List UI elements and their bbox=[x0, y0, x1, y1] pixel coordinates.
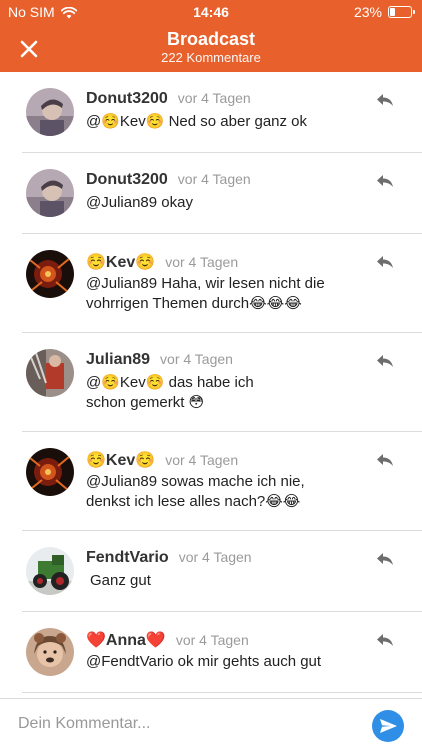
reply-icon bbox=[377, 94, 393, 106]
comment-time: vor 4 Tagen bbox=[178, 549, 252, 565]
reply-button[interactable] bbox=[376, 173, 394, 189]
comment-item: Donut3200 vor 4 Tagen @☺️Kev☺️ Ned so ab… bbox=[0, 72, 422, 153]
comment-author[interactable]: ☺️Kev☺️ bbox=[86, 252, 155, 272]
comment-meta: ☺️Kev☺️ vor 4 Tagen bbox=[86, 252, 372, 272]
reply-icon bbox=[377, 355, 393, 367]
comment-meta: Julian89 vor 4 Tagen bbox=[86, 351, 372, 369]
nav-bar: Broadcast 222 Kommentare bbox=[0, 26, 422, 72]
comment-author[interactable]: Donut3200 bbox=[86, 90, 168, 108]
avatar[interactable] bbox=[26, 448, 74, 496]
comment-text: @☺️Kev☺️ Ned so aber ganz ok bbox=[86, 113, 308, 130]
title-block: Broadcast 222 Kommentare bbox=[60, 28, 362, 66]
comment-author[interactable]: ❤️Anna❤️ bbox=[86, 630, 166, 650]
comment-input[interactable] bbox=[18, 709, 358, 739]
comment-item: FendtVario vor 4 Tagen Ganz gut bbox=[0, 531, 422, 612]
avatar[interactable] bbox=[26, 628, 74, 676]
close-button[interactable] bbox=[16, 36, 42, 62]
avatar[interactable] bbox=[26, 88, 74, 136]
comment-text: @Julian89 okay bbox=[86, 194, 193, 211]
reply-button[interactable] bbox=[376, 452, 394, 468]
comment-author[interactable]: FendtVario bbox=[86, 549, 169, 567]
close-icon bbox=[20, 40, 38, 58]
comment-text: Ganz gut bbox=[90, 572, 151, 589]
comment-time: vor 4 Tagen bbox=[165, 452, 239, 468]
reply-button[interactable] bbox=[376, 353, 394, 369]
send-button[interactable] bbox=[372, 710, 404, 742]
comment-time: vor 4 Tagen bbox=[177, 90, 251, 106]
comment-time: vor 4 Tagen bbox=[160, 351, 233, 367]
reply-icon bbox=[377, 256, 393, 268]
comment-item: Donut3200 vor 4 Tagen @Julian89 okay bbox=[0, 153, 422, 234]
comment-author[interactable]: ☺️Kev☺️ bbox=[86, 450, 155, 470]
status-bar: No SIM 14:46 23% bbox=[0, 0, 422, 24]
avatar[interactable] bbox=[26, 250, 74, 298]
comment-time: vor 4 Tagen bbox=[175, 632, 249, 648]
comment-time: vor 4 Tagen bbox=[177, 171, 251, 187]
comment-count: 222 Kommentare bbox=[161, 50, 261, 65]
comment-meta: ❤️Anna❤️ vor 4 Tagen bbox=[86, 630, 372, 650]
comment-author[interactable]: Donut3200 bbox=[86, 171, 168, 189]
avatar[interactable] bbox=[26, 349, 74, 397]
avatar[interactable] bbox=[26, 169, 74, 217]
header: No SIM 14:46 23% Broadcast 222 Kommentar… bbox=[0, 0, 422, 72]
battery-fill bbox=[390, 8, 395, 16]
comment-text: @Julian89 Haha, wir lesen nicht die vohr… bbox=[86, 275, 325, 312]
comment-meta: ☺️Kev☺️ vor 4 Tagen bbox=[86, 450, 372, 470]
comment-item: ❤️Anna❤️ vor 4 Tagen @FendtVario ok mir … bbox=[0, 612, 422, 698]
reply-button[interactable] bbox=[376, 92, 394, 108]
reply-icon bbox=[377, 634, 393, 646]
comment-list[interactable]: Donut3200 vor 4 Tagen @☺️Kev☺️ Ned so ab… bbox=[0, 72, 422, 698]
reply-button[interactable] bbox=[376, 254, 394, 270]
reply-icon bbox=[377, 553, 393, 565]
comment-time: vor 4 Tagen bbox=[165, 254, 239, 270]
battery-group: 23% bbox=[353, 4, 415, 20]
page-title: Broadcast bbox=[166, 29, 256, 49]
divider bbox=[22, 692, 422, 693]
reply-button[interactable] bbox=[376, 632, 394, 648]
comment-item: ☺️Kev☺️ vor 4 Tagen @Julian89 Haha, wir … bbox=[0, 234, 422, 333]
comment-item: Julian89 vor 4 Tagen @☺️Kev☺️ das habe i… bbox=[0, 333, 422, 432]
avatar[interactable] bbox=[26, 547, 74, 595]
send-icon bbox=[380, 719, 397, 733]
comment-text: @FendtVario ok mir gehts auch gut bbox=[86, 653, 322, 670]
comment-meta: FendtVario vor 4 Tagen bbox=[86, 549, 372, 567]
comment-input-bar bbox=[0, 698, 422, 750]
comment-meta: Donut3200 vor 4 Tagen bbox=[86, 90, 372, 108]
battery-icon bbox=[388, 6, 415, 18]
reply-button[interactable] bbox=[376, 551, 394, 567]
battery-percent: 23% bbox=[353, 4, 382, 20]
comment-item: ☺️Kev☺️ vor 4 Tagen @Julian89 sowas mach… bbox=[0, 432, 422, 531]
comment-text: @Julian89 sowas mache ich nie, denkst ic… bbox=[86, 473, 305, 510]
comment-meta: Donut3200 vor 4 Tagen bbox=[86, 171, 372, 189]
comment-text: @☺️Kev☺️ das habe ich schon gemerkt 😳 bbox=[86, 374, 254, 411]
reply-icon bbox=[377, 175, 393, 187]
comment-author[interactable]: Julian89 bbox=[86, 351, 150, 369]
reply-icon bbox=[377, 454, 393, 466]
